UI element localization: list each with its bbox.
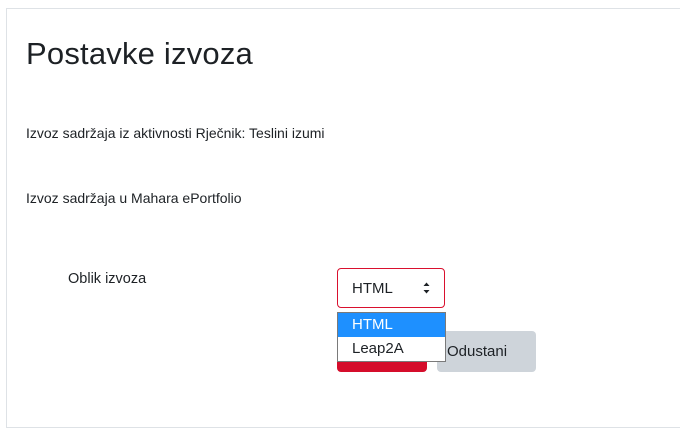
export-format-selected-value: HTML	[352, 279, 393, 297]
format-option-html[interactable]: HTML	[338, 313, 445, 337]
select-updown-icon	[423, 282, 430, 294]
cancel-button[interactable]: Odustani	[437, 331, 536, 372]
export-format-label: Oblik izvoza	[68, 271, 147, 287]
export-format-dropdown: HTML Leap2A	[337, 312, 446, 362]
page-title: Postavke izvoza	[26, 36, 253, 71]
export-source-info: Izvoz sadržaja iz aktivnosti Rječnik: Te…	[26, 125, 325, 141]
format-option-leap2a[interactable]: Leap2A	[338, 337, 445, 361]
export-target-info: Izvoz sadržaja u Mahara ePortfolio	[26, 190, 242, 206]
export-format-select[interactable]: HTML	[337, 268, 445, 308]
